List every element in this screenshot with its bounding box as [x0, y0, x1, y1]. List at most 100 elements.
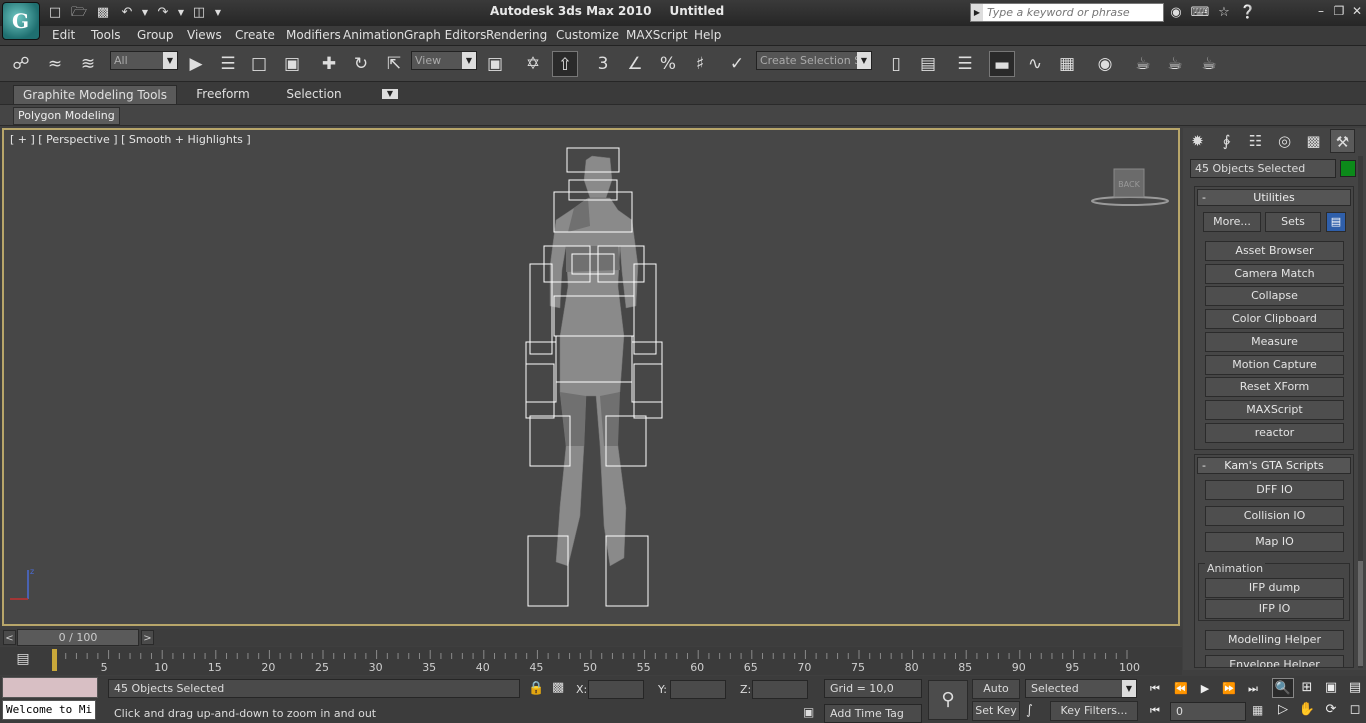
auto-key-button[interactable]: Auto Key: [972, 679, 1020, 713]
absolute-mode-icon[interactable]: ▩: [552, 680, 564, 695]
mirror-icon[interactable]: ▯: [883, 51, 909, 77]
select-and-link-icon[interactable]: ☍: [8, 51, 34, 77]
macro-recorder-field[interactable]: [2, 677, 98, 698]
rectangular-selection-icon[interactable]: □: [246, 51, 272, 77]
maximize-viewport-icon[interactable]: ◻: [1344, 700, 1366, 720]
pivot-center-icon[interactable]: ▣: [482, 51, 508, 77]
new-file-icon[interactable]: □: [44, 3, 66, 23]
search-input[interactable]: [987, 4, 1163, 21]
curve-editor-icon[interactable]: ∿: [1022, 51, 1048, 77]
time-slider-next-icon[interactable]: >: [141, 630, 154, 645]
time-slider[interactable]: < 0 / 100 >: [0, 629, 1182, 646]
menu-views[interactable]: Views: [187, 28, 222, 42]
rotate-icon[interactable]: ↻: [348, 51, 374, 77]
spinner-snap-icon[interactable]: ♯: [687, 51, 713, 77]
field-of-view-icon[interactable]: ▷: [1272, 700, 1294, 720]
viewport-label[interactable]: [ + ] [ Perspective ] [ Smooth + Highlig…: [10, 133, 251, 146]
menu-tools[interactable]: Tools: [91, 28, 121, 42]
binoculars-icon[interactable]: ◉: [1165, 3, 1187, 23]
more-button[interactable]: More...: [1203, 212, 1261, 232]
menu-group[interactable]: Group: [137, 28, 174, 42]
zoom-extents-icon[interactable]: ▣: [1320, 678, 1342, 698]
camera-match-button[interactable]: Camera Match: [1205, 264, 1344, 284]
key-filters-button[interactable]: Key Filters...: [1050, 701, 1138, 721]
quick-access-dropdown-icon[interactable]: ▼: [212, 3, 224, 23]
frame-counter[interactable]: 0 / 100: [17, 629, 139, 646]
ifp-dump-button[interactable]: IFP dump: [1205, 578, 1344, 598]
asset-browser-button[interactable]: Asset Browser: [1205, 241, 1344, 261]
material-editor-icon[interactable]: ◉: [1092, 51, 1118, 77]
angle-snap-icon[interactable]: ∠: [622, 51, 648, 77]
key-icon[interactable]: ⌨: [1189, 3, 1211, 23]
redo-dropdown-icon[interactable]: ▼: [176, 3, 186, 23]
modify-tab-icon[interactable]: ∲: [1214, 129, 1239, 153]
maxscript-button[interactable]: MAXScript: [1205, 400, 1344, 420]
zoom-icon[interactable]: 🔍: [1272, 678, 1294, 698]
percent-snap-icon[interactable]: %: [655, 51, 681, 77]
menu-modifiers[interactable]: Modifiers: [286, 28, 341, 42]
select-manipulate-icon[interactable]: ✡: [520, 51, 546, 77]
schematic-view-icon[interactable]: ▦: [1054, 51, 1080, 77]
envelope-helper-button[interactable]: Envelope Helper: [1205, 655, 1344, 667]
open-file-icon[interactable]: 🗁: [68, 3, 90, 23]
menu-maxscript[interactable]: MAXScript: [626, 28, 688, 42]
align-icon[interactable]: ▤: [915, 51, 941, 77]
modelling-helper-button[interactable]: Modelling Helper: [1205, 630, 1344, 650]
measure-button[interactable]: Measure: [1205, 332, 1344, 352]
select-by-name-icon[interactable]: ☰: [215, 51, 241, 77]
time-slider-prev-icon[interactable]: <: [3, 630, 16, 645]
reactor-button[interactable]: reactor: [1205, 423, 1344, 443]
zoom-extents-all-icon[interactable]: ▤: [1344, 678, 1366, 698]
z-coordinate-field[interactable]: [752, 680, 808, 699]
menu-help[interactable]: Help: [694, 28, 721, 42]
utilities-rollout-header[interactable]: - Utilities: [1197, 189, 1351, 206]
utilities-tab-icon[interactable]: ⚒: [1330, 129, 1355, 153]
maxscript-listener-field[interactable]: Welcome to Mi: [2, 700, 96, 720]
undo-dropdown-icon[interactable]: ▼: [140, 3, 150, 23]
selection-filter-dropdown[interactable]: All ▼: [110, 51, 178, 70]
polygon-modeling-panel-button[interactable]: Polygon Modeling: [13, 107, 120, 125]
play-icon[interactable]: ▶: [1194, 681, 1216, 697]
collision-io-button[interactable]: Collision IO: [1205, 506, 1344, 526]
viewcube[interactable]: BACK: [1090, 166, 1174, 210]
color-clipboard-button[interactable]: Color Clipboard: [1205, 309, 1344, 329]
selection-name-field[interactable]: 45 Objects Selected: [1190, 159, 1336, 178]
key-mode-toggle-icon[interactable]: ⏮: [1144, 703, 1166, 719]
redo-icon[interactable]: ↷: [152, 3, 174, 23]
command-panel-scrollbar[interactable]: [1358, 156, 1363, 668]
create-tab-icon[interactable]: ✹: [1185, 129, 1210, 153]
tab-selection[interactable]: Selection: [270, 85, 358, 104]
search-expand-icon[interactable]: ▶: [971, 4, 983, 21]
restore-icon[interactable]: ❐: [1330, 2, 1348, 20]
render-production-icon[interactable]: ☕: [1196, 51, 1222, 77]
save-icon[interactable]: ▩: [92, 3, 114, 23]
menu-edit[interactable]: Edit: [52, 28, 75, 42]
hierarchy-tab-icon[interactable]: ☷: [1243, 129, 1268, 153]
x-coordinate-field[interactable]: [588, 680, 644, 699]
dff-io-button[interactable]: DFF IO: [1205, 480, 1344, 500]
scale-icon[interactable]: ⇱: [381, 51, 407, 77]
unlink-icon[interactable]: ≈: [42, 51, 68, 77]
menu-create[interactable]: Create: [235, 28, 275, 42]
lock-selection-icon[interactable]: 🔒: [528, 681, 544, 696]
keyboard-shortcut-override-icon[interactable]: ⇧: [552, 51, 578, 77]
reference-coordinate-dropdown[interactable]: View ▼: [411, 51, 477, 70]
set-key-button[interactable]: Set Key: [972, 701, 1020, 721]
pan-icon[interactable]: ✋: [1296, 700, 1318, 720]
configure-button-sets-icon[interactable]: ▤: [1326, 212, 1346, 232]
go-to-end-icon[interactable]: ⏭: [1242, 681, 1264, 697]
motion-tab-icon[interactable]: ◎: [1272, 129, 1297, 153]
bind-space-warp-icon[interactable]: ≋: [75, 51, 101, 77]
set-keys-key-icon[interactable]: ⚲: [928, 680, 968, 720]
time-configuration-icon[interactable]: ▦: [1252, 703, 1263, 717]
help-icon[interactable]: ❔: [1237, 3, 1259, 23]
project-folder-icon[interactable]: ◫: [188, 3, 210, 23]
viewcube-ring[interactable]: [1091, 196, 1169, 206]
close-icon[interactable]: ✕: [1348, 2, 1366, 20]
y-coordinate-field[interactable]: [670, 680, 726, 699]
tab-freeform[interactable]: Freeform: [180, 85, 266, 104]
kams-rollout-header[interactable]: - Kam's GTA Scripts: [1197, 457, 1351, 474]
render-setup-icon[interactable]: ☕: [1130, 51, 1156, 77]
motion-capture-button[interactable]: Motion Capture: [1205, 355, 1344, 375]
edit-named-selection-icon[interactable]: ✓: [724, 51, 750, 77]
